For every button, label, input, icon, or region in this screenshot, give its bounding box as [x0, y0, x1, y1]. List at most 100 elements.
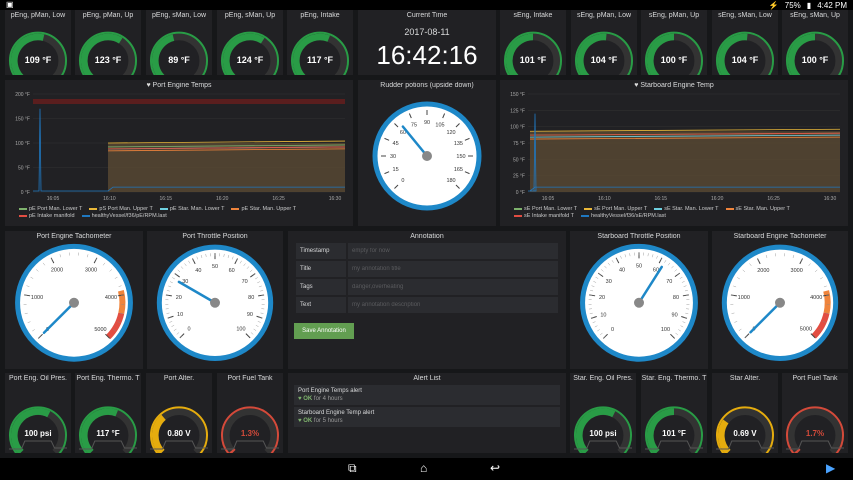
dial-tick-label: 2000 [757, 268, 769, 274]
legend-item[interactable]: pS Port Man. Upper T [89, 206, 153, 212]
gauge-value: 104 °F [731, 54, 759, 65]
dial-tick-label: 10 [177, 312, 183, 318]
y-tick-label: 150 °F [510, 92, 525, 98]
legend-item[interactable]: sE Intake manifold T [514, 213, 574, 219]
recent-apps-icon[interactable]: ⧉ [348, 461, 357, 476]
back-icon[interactable]: ↩ [490, 461, 500, 475]
legend-item[interactable]: sE Star. Man. Upper T [725, 206, 790, 212]
starboard-engine-temp-chart[interactable]: ♥ Starboard Engine Temp 150 °F 125 °F 100 … [500, 80, 848, 226]
gauge-value: 0.69 V [733, 429, 757, 439]
throttle-value: 27.79 [206, 333, 224, 340]
dial-tick-label: 40 [195, 268, 201, 274]
battery-level: 75% [784, 0, 801, 10]
port-engine-temps-chart[interactable]: ♥ Port Engine Temps 200 °F 150 °F 100 °F 50… [5, 80, 353, 226]
legend-label: pE Intake manifold [29, 213, 75, 219]
dial-tick-label: 75 [411, 123, 417, 129]
tachometer-value: 0 rpm [64, 333, 84, 340]
dial-warning-zone [117, 289, 126, 314]
dial-tick-label: 80 [248, 295, 254, 301]
x-tick-label: 16:10 [598, 196, 611, 202]
dial-tick-label: 70 [666, 279, 672, 285]
gauge-value: 117 °F [306, 54, 334, 65]
annotation-label: Text [296, 297, 346, 313]
alert-state: OK [303, 396, 313, 402]
legend-swatch [19, 207, 27, 210]
y-tick-label: 0 °F [516, 190, 525, 196]
dial-tick-label: 120 [446, 130, 455, 136]
legend-item[interactable]: sE Port Man. Lower T [514, 206, 577, 212]
series-line [529, 128, 841, 132]
annotation-panel: Annotation Timestamp Title Tags Text Save A… [288, 231, 566, 369]
port-chart-plot: 200 °F 150 °F 100 °F 50 °F 0 °F 16:05 16:10 16:… [15, 92, 346, 202]
stat-gauge-panel: pEng, sMan, Low 89 °F [146, 10, 212, 75]
annotation-input-tags[interactable] [348, 279, 558, 295]
legend-item[interactable]: sE Star. Man. Lower T [654, 206, 719, 212]
stat-gauge-panel: Port Alter. 0.80 V [146, 373, 212, 453]
dial-warning-zone [823, 290, 831, 314]
throttle-dial: 0102030405060708090100 [156, 244, 274, 361]
dial-tick-label: 50 [636, 263, 642, 269]
x-tick-label: 16:05 [47, 196, 60, 202]
arc-gauge [503, 31, 563, 75]
stat-gauge-panel: Port Eng. Oil Pres. 100 psi [5, 373, 71, 453]
alert-state: OK [303, 418, 313, 424]
legend-label: sE Intake manifold T [524, 213, 575, 219]
alert-item[interactable]: Port Engine Temps alert ♥ OK for 4 hours [294, 385, 560, 405]
port-tachometer-panel: Port Engine Tachometer 01000200030004000… [5, 231, 143, 369]
legend-item[interactable]: healthyVessel/f36/pE/RPM.last [81, 213, 167, 219]
stat-gauge-panel: Star. Eng. Oil Pres. 100 psi [570, 373, 636, 453]
legend-item[interactable]: pE Port Man. Lower T [19, 206, 82, 212]
dial-tick-label: 20 [176, 295, 182, 301]
notification-icon: ▣ [6, 0, 14, 9]
home-icon[interactable]: ⌂ [420, 461, 427, 475]
gauge-value: 1.7% [805, 429, 825, 439]
play-store-icon[interactable]: ▶ [826, 461, 835, 475]
x-tick-label: 16:30 [824, 196, 837, 202]
panel-title: Starboard Engine Tachometer [733, 233, 827, 240]
x-tick-label: 16:15 [655, 196, 668, 202]
gauge-value: 1.3% [240, 429, 260, 439]
legend-item[interactable]: pE Intake manifold [19, 213, 75, 219]
arc-gauge [8, 406, 68, 453]
panel-title: Port Engine Tachometer [36, 233, 112, 240]
rudder-value: 63.75 [418, 184, 436, 191]
legend-item[interactable]: pE Star. Man. Lower T [159, 206, 224, 212]
signal-icon: ⚡ [768, 0, 779, 10]
arc-gauge [290, 31, 350, 75]
legend-swatch [231, 207, 240, 210]
y-tick-label: 100 °F [15, 141, 30, 147]
stat-gauge-panel: Star Alter. 0.69 V [712, 373, 778, 453]
alert-item[interactable]: Starboard Engine Temp alert ♥ OK for 5 ho… [294, 407, 560, 427]
legend-item[interactable]: healthyVessel/f36/sE/RPM.last [581, 213, 666, 219]
legend-label: healthyVessel/f36/pE/RPM.last [91, 213, 167, 219]
tachometer-value: 0 rpm [770, 333, 790, 340]
starboard-tachometer-panel: Starboard Engine Tachometer 010002000300… [712, 231, 848, 369]
gauge-value: 101 °F [662, 429, 686, 439]
gauge-value: 123 °F [94, 54, 122, 65]
arc-gauge [574, 31, 634, 75]
panel-title: Port Throttle Position [182, 233, 248, 240]
series-area [530, 131, 840, 192]
starboard-throttle-panel: Starboard Throttle Position 0 10 20 30 40 50 6… [570, 231, 708, 369]
legend-label: pE Port Man. Lower T [29, 206, 83, 212]
y-tick-label: 100 °F [510, 125, 525, 131]
annotation-input-title[interactable] [348, 261, 558, 277]
annotation-input-timestamp[interactable] [348, 243, 558, 259]
dial-tick-label: 80 [673, 295, 679, 301]
dial-tick-label: 40 [619, 267, 625, 273]
arc-gauge [644, 406, 704, 453]
y-tick-label: 25 °F [513, 174, 525, 180]
dial-tick-label: 30 [390, 154, 396, 160]
annotation-input-text[interactable] [348, 297, 558, 313]
legend-item[interactable]: pE Star. Man. Upper T [231, 206, 296, 212]
legend-item[interactable]: sE Port Man. Upper T [584, 206, 647, 212]
save-annotation-button[interactable]: Save Annotation [294, 323, 354, 339]
threshold-band [33, 99, 345, 104]
dial-tick-label: 1000 [31, 295, 43, 301]
dial-tick-label: 5000 [800, 327, 812, 333]
dial-tick-label: 10 [600, 312, 606, 318]
stat-gauge-panel: sEng, pMan, Low 104 °F [571, 10, 637, 75]
android-nav-bar: ⧉ ⌂ ↩ ▶ [0, 458, 853, 480]
dial-tick-label: 100 [236, 327, 245, 333]
dial-hub [422, 151, 432, 161]
